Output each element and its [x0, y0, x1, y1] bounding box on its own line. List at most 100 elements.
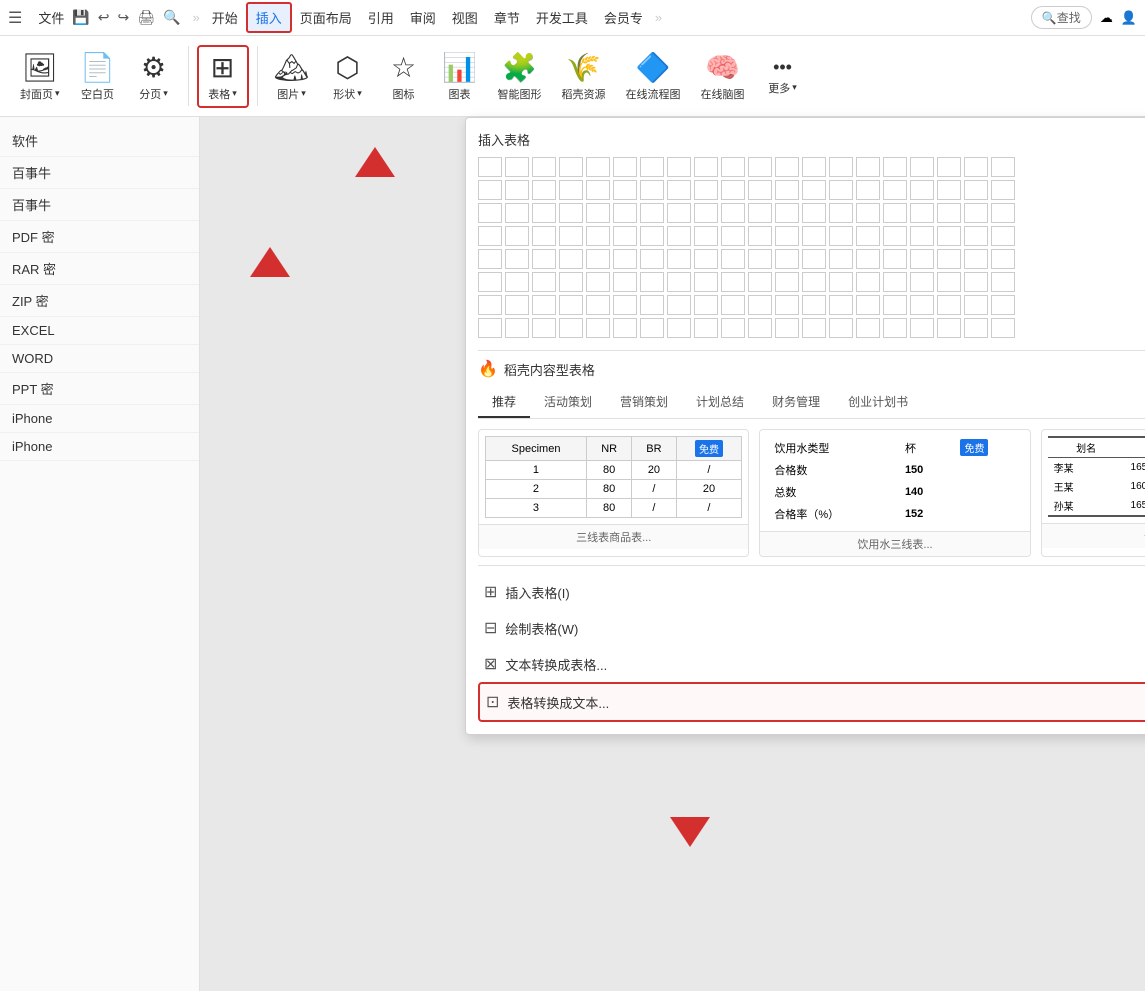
grid-cell[interactable]	[991, 180, 1015, 200]
grid-cell[interactable]	[505, 318, 529, 338]
grid-cell[interactable]	[694, 249, 718, 269]
sidebar-item-baishiw1[interactable]: 百事牛	[0, 157, 199, 189]
grid-cell[interactable]	[478, 295, 502, 315]
grid-cell[interactable]	[910, 318, 934, 338]
grid-cell[interactable]	[775, 295, 799, 315]
grid-cell[interactable]	[937, 272, 961, 292]
hamburger-icon[interactable]: ☰	[8, 8, 22, 28]
grid-cell[interactable]	[721, 249, 745, 269]
sidebar-item-iphone2[interactable]: iPhone	[0, 433, 199, 461]
grid-cell[interactable]	[613, 272, 637, 292]
grid-cell[interactable]	[532, 318, 556, 338]
grid-cell[interactable]	[613, 180, 637, 200]
grid-cell[interactable]	[694, 272, 718, 292]
grid-cell[interactable]	[856, 226, 880, 246]
grid-cell[interactable]	[640, 226, 664, 246]
tab-marketing[interactable]: 营销策划	[606, 387, 682, 418]
grid-cell[interactable]	[937, 249, 961, 269]
grid-cell[interactable]	[964, 272, 988, 292]
sidebar-item-ppt[interactable]: PPT 密	[0, 373, 199, 405]
grid-cell[interactable]	[505, 226, 529, 246]
grid-cell[interactable]	[937, 318, 961, 338]
user-icon[interactable]: 👤	[1121, 10, 1137, 26]
grid-cell[interactable]	[991, 249, 1015, 269]
menu-devtools[interactable]: 开发工具	[528, 4, 596, 31]
grid-cell[interactable]	[775, 249, 799, 269]
grid-cell[interactable]	[748, 203, 772, 223]
grid-cell[interactable]	[478, 249, 502, 269]
grid-cell[interactable]	[802, 318, 826, 338]
grid-cell[interactable]	[829, 249, 853, 269]
grid-cell[interactable]	[910, 249, 934, 269]
grid-cell[interactable]	[640, 318, 664, 338]
ribbon-online-flow[interactable]: 🔷 在线流程图	[618, 47, 689, 106]
cloud-icon[interactable]: ☁	[1100, 10, 1113, 26]
grid-cell[interactable]	[640, 272, 664, 292]
grid-cell[interactable]	[667, 157, 691, 177]
grid-cell[interactable]	[937, 226, 961, 246]
grid-cell[interactable]	[910, 295, 934, 315]
grid-cell[interactable]	[532, 180, 556, 200]
grid-cell[interactable]	[802, 203, 826, 223]
grid-cell[interactable]	[532, 295, 556, 315]
grid-cell[interactable]	[748, 295, 772, 315]
sidebar-item-iphone1[interactable]: iPhone	[0, 405, 199, 433]
grid-cell[interactable]	[613, 157, 637, 177]
grid-cell[interactable]	[640, 180, 664, 200]
grid-cell[interactable]	[505, 272, 529, 292]
grid-cell[interactable]	[478, 272, 502, 292]
print-icon[interactable]: 🖨	[137, 9, 155, 26]
grid-cell[interactable]	[559, 295, 583, 315]
grid-cell[interactable]	[829, 272, 853, 292]
grid-cell[interactable]	[559, 157, 583, 177]
grid-cell[interactable]	[883, 157, 907, 177]
grid-cell[interactable]	[721, 226, 745, 246]
grid-cell[interactable]	[748, 180, 772, 200]
grid-cell[interactable]	[775, 318, 799, 338]
ribbon-rice-resource[interactable]: 🌾 稻壳资源	[554, 47, 614, 106]
grid-cell[interactable]	[667, 272, 691, 292]
grid-cell[interactable]	[856, 157, 880, 177]
tab-event-plan[interactable]: 活动策划	[530, 387, 606, 418]
menu-start[interactable]: 开始	[204, 4, 246, 31]
grid-cell[interactable]	[910, 272, 934, 292]
ribbon-shape[interactable]: ⬡ 形状▾	[322, 47, 374, 106]
grid-cell[interactable]	[559, 272, 583, 292]
grid-cell[interactable]	[586, 272, 610, 292]
grid-cell[interactable]	[829, 157, 853, 177]
grid-cell[interactable]	[478, 203, 502, 223]
tab-startup[interactable]: 创业计划书	[834, 387, 922, 418]
grid-cell[interactable]	[829, 226, 853, 246]
grid-cell[interactable]	[586, 318, 610, 338]
ribbon-table[interactable]: ⊞ 表格▾	[197, 45, 249, 108]
grid-cell[interactable]	[505, 203, 529, 223]
grid-cell[interactable]	[964, 249, 988, 269]
grid-cell[interactable]	[964, 226, 988, 246]
grid-cell[interactable]	[775, 180, 799, 200]
grid-cell[interactable]	[748, 226, 772, 246]
grid-cell[interactable]	[667, 203, 691, 223]
grid-cell[interactable]	[964, 203, 988, 223]
menu-file[interactable]: 文件	[30, 4, 72, 31]
grid-cell[interactable]	[478, 226, 502, 246]
grid-cell[interactable]	[991, 157, 1015, 177]
grid-cell[interactable]	[775, 203, 799, 223]
grid-cell[interactable]	[667, 295, 691, 315]
menu-draw-table[interactable]: ⊟ 绘制表格(W)	[478, 610, 1145, 646]
grid-cell[interactable]	[721, 180, 745, 200]
grid-cell[interactable]	[802, 226, 826, 246]
grid-cell[interactable]	[802, 295, 826, 315]
grid-cell[interactable]	[505, 249, 529, 269]
grid-cell[interactable]	[910, 157, 934, 177]
ribbon-chart[interactable]: 📊 图表	[434, 47, 486, 106]
grid-cell[interactable]	[586, 226, 610, 246]
grid-cell[interactable]	[532, 203, 556, 223]
grid-cell[interactable]	[694, 318, 718, 338]
grid-cell[interactable]	[694, 157, 718, 177]
grid-cell[interactable]	[829, 180, 853, 200]
grid-cell[interactable]	[586, 203, 610, 223]
grid-cell[interactable]	[748, 272, 772, 292]
grid-cell[interactable]	[532, 226, 556, 246]
grid-cell[interactable]	[883, 272, 907, 292]
grid-cell[interactable]	[883, 295, 907, 315]
